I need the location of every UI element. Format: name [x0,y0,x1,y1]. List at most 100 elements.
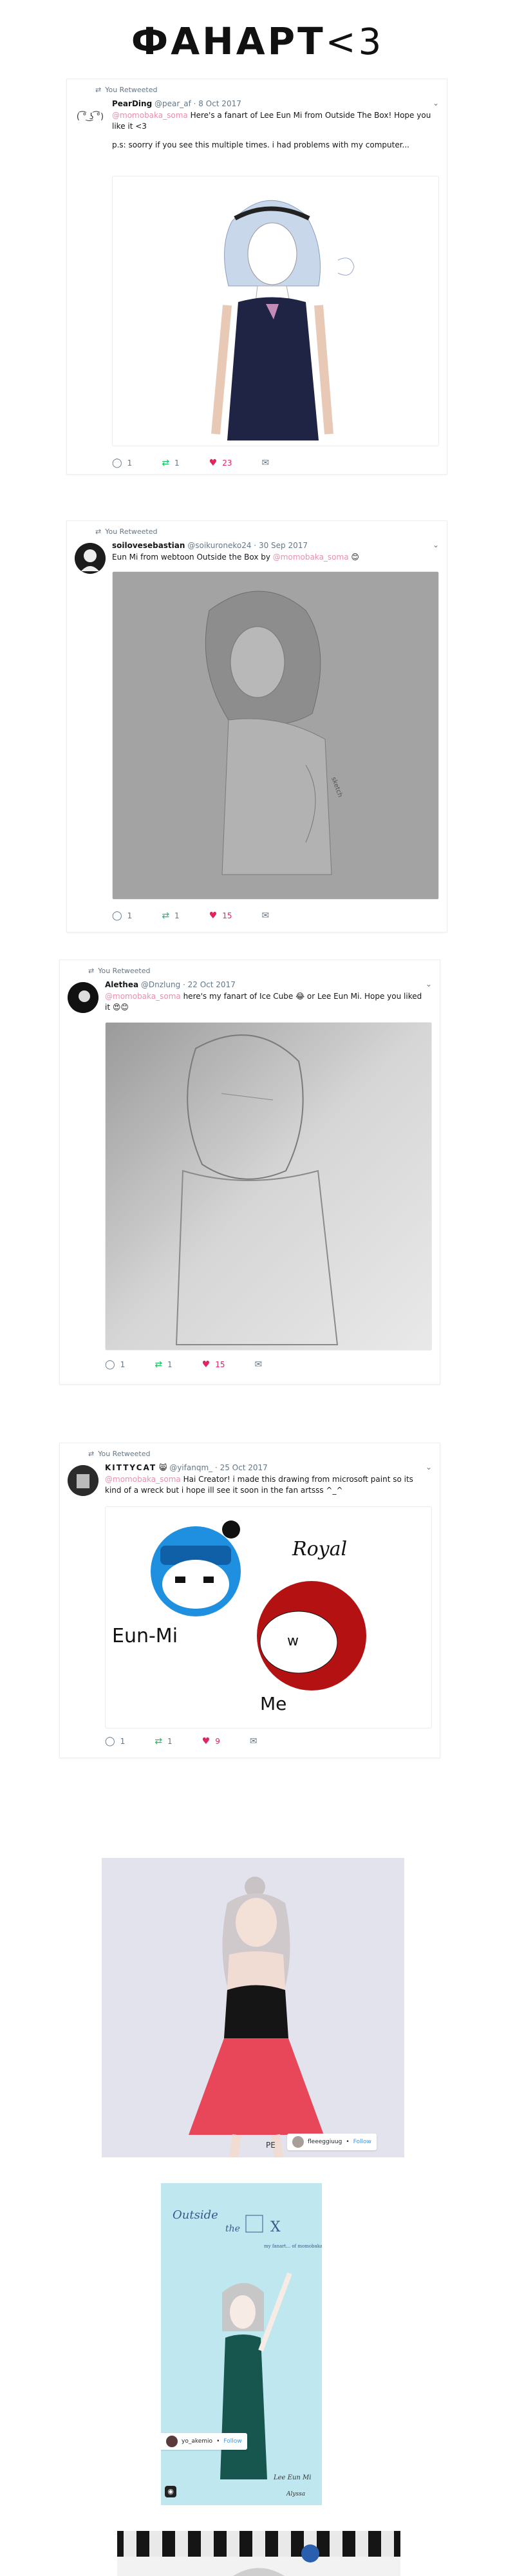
author-name[interactable]: PearDing [112,99,152,108]
envelope-icon: ✉ [261,911,270,921]
svg-text:w: w [287,1633,299,1649]
chevron-down-icon[interactable]: ⌄ [433,99,439,108]
retweet-icon: ⇄ [162,458,170,468]
page-title-text: ФАНАРТ [131,19,326,63]
retweet-small-icon: ⇄ [95,86,102,94]
author-handle-date: @pear_af · 8 Oct 2017 [154,99,241,108]
tweet-card-2[interactable]: ⇄ You Retweeted soilovesebastian @soikur… [66,520,447,933]
avatar-image [68,1465,98,1496]
retweet-label: You Retweeted [98,1450,151,1458]
instagram-user-badge[interactable]: yo_akemio • Follow [161,2433,247,2450]
avatar [292,2136,304,2148]
reply-button[interactable]: ◯ 1 [105,1359,125,1370]
fanart-drawing-3 [106,1023,431,1350]
heart-icon: ♥ [209,458,218,468]
reply-button[interactable]: ◯ 1 [112,911,132,921]
tweet-actions: ◯ 1 ⇄ 1 ♥ 15 ✉ [105,1359,262,1370]
fanart-drawing-2: sketch [113,572,438,899]
retweet-button[interactable]: ⇄ 1 [154,1736,172,1747]
follow-button[interactable]: Follow [223,2438,241,2445]
instagram-logo-icon: ◉ [165,2486,176,2497]
fanart-drawing-7 [117,2531,400,2576]
like-button[interactable]: ♥ 15 [209,911,232,921]
tweet-image[interactable]: sketch [112,571,439,900]
retweet-label: You Retweeted [98,967,151,975]
envelope-icon: ✉ [261,458,270,468]
like-button[interactable]: ♥ 23 [209,458,232,468]
follow-button[interactable]: Follow [353,2139,371,2145]
tweet-actions: ◯ 1 ⇄ 1 ♥ 15 ✉ [112,911,269,921]
tweet-text-ps: p.s: soorry if you see this multiple tim… [112,140,409,149]
mention-link[interactable]: @momobaka_soma [105,992,181,1001]
instagram-post-1[interactable]: PE fleeeggiuug • Follow [102,1858,404,2157]
drawing-signature-5: PE [266,2141,276,2150]
tweet-card-3[interactable]: ⇄ You Retweeted Alethea @Dnzlung · 22 Oc… [59,960,440,1385]
tweet-header: PearDing @pear_af · 8 Oct 2017 [112,99,426,109]
avatar[interactable] [68,1465,98,1496]
mention-link[interactable]: @momobaka_soma [273,553,349,562]
reply-icon: ◯ [112,458,122,468]
tweet-header: KITTYCAT 😸 @yifanqm_ · 25 Oct 2017 [105,1463,419,1473]
retweet-icon: ⇄ [154,1359,163,1370]
retweet-small-icon: ⇄ [88,1450,95,1458]
tweet-card-4[interactable]: ⇄ You Retweeted KITTYCAT 😸 @yifanqm_ · 2… [59,1443,440,1758]
retweet-indicator: ⇄ You Retweeted [95,86,158,94]
heart-icon: ♥ [201,1736,211,1747]
retweet-button[interactable]: ⇄ 1 [162,458,179,468]
tweet-text: @momobaka_soma Here's a fanart of Lee Eu… [112,110,431,151]
mention-link[interactable]: @momobaka_soma [112,111,188,120]
retweet-indicator: ⇄ You Retweeted [88,967,151,975]
dm-button[interactable]: ✉ [262,458,270,468]
tweet-header: Alethea @Dnzlung · 22 Oct 2017 [105,980,419,990]
chevron-down-icon[interactable]: ⌄ [433,540,439,549]
drawing-text-box: X [270,2219,281,2235]
tweet-image[interactable] [112,176,439,446]
page-title: ФАНАРТ<3 [0,19,515,63]
reply-icon: ◯ [112,911,122,921]
tweet-header: soilovesebastian @soikuroneko24 · 30 Sep… [112,540,426,551]
author-handle-date: @soikuroneko24 · 30 Sep 2017 [187,541,308,550]
retweet-indicator: ⇄ You Retweeted [95,527,158,536]
chevron-down-icon[interactable]: ⌄ [426,1463,432,1472]
like-button[interactable]: ♥ 9 [202,1736,220,1747]
dm-button[interactable]: ✉ [255,1359,263,1370]
dm-button[interactable]: ✉ [250,1736,258,1747]
tweet-text-main: Eun Mi from webtoon Outside the Box by [112,553,273,562]
author-name[interactable]: Alethea [105,980,138,989]
avatar-image [68,982,98,1013]
avatar[interactable] [68,982,98,1013]
avatar[interactable] [75,543,106,574]
retweet-button[interactable]: ⇄ 1 [162,911,179,921]
tweet-image[interactable] [105,1022,432,1350]
mention-link[interactable]: @momobaka_soma [105,1475,181,1484]
instagram-username: fleeeggiuug [308,2139,342,2145]
tweet-card-1[interactable]: ⇄ You Retweeted ( ͡° ͜ʖ ͡°) PearDing @pe… [66,79,447,475]
tweet-image[interactable]: w Royal Eun-Mi Me [105,1506,432,1728]
retweet-small-icon: ⇄ [95,527,102,536]
tweet-actions: ◯ 1 ⇄ 1 ♥ 23 ✉ [112,458,269,468]
author-handle-date: @yifanqm_ · 25 Oct 2017 [169,1463,268,1472]
tweet-actions: ◯ 1 ⇄ 1 ♥ 9 ✉ [105,1736,258,1747]
reply-button[interactable]: ◯ 1 [105,1736,125,1747]
fanart-image-partial[interactable] [117,2531,400,2576]
tweet-text: @momobaka_soma here's my fanart of Ice C… [105,991,424,1013]
instagram-username: yo_akemio [182,2438,213,2445]
drawing-signature-6: Alyssa [286,2491,305,2497]
author-name[interactable]: KITTYCAT [105,1463,156,1472]
retweet-button[interactable]: ⇄ 1 [154,1359,172,1370]
like-button[interactable]: ♥ 15 [202,1359,225,1370]
author-name[interactable]: soilovesebastian [112,541,185,550]
chevron-down-icon[interactable]: ⌄ [426,980,432,989]
instagram-user-badge[interactable]: fleeeggiuug • Follow [287,2134,377,2150]
retweet-icon: ⇄ [162,911,170,921]
heart-icon: ♥ [201,1359,211,1370]
heart-icon: ♥ [209,911,218,921]
tweet-text: Eun Mi from webtoon Outside the Box by @… [112,552,431,563]
dm-button[interactable]: ✉ [262,911,270,921]
instagram-post-2[interactable]: Outside the X my fanart... of momobaka_s… [161,2183,322,2505]
reply-button[interactable]: ◯ 1 [112,458,132,468]
envelope-icon: ✉ [249,1736,258,1747]
avatar[interactable]: ( ͡° ͜ʖ ͡°) [75,101,106,132]
fanart-drawing-4: w Royal Eun-Mi Me [112,1520,366,1714]
retweet-small-icon: ⇄ [88,967,95,975]
